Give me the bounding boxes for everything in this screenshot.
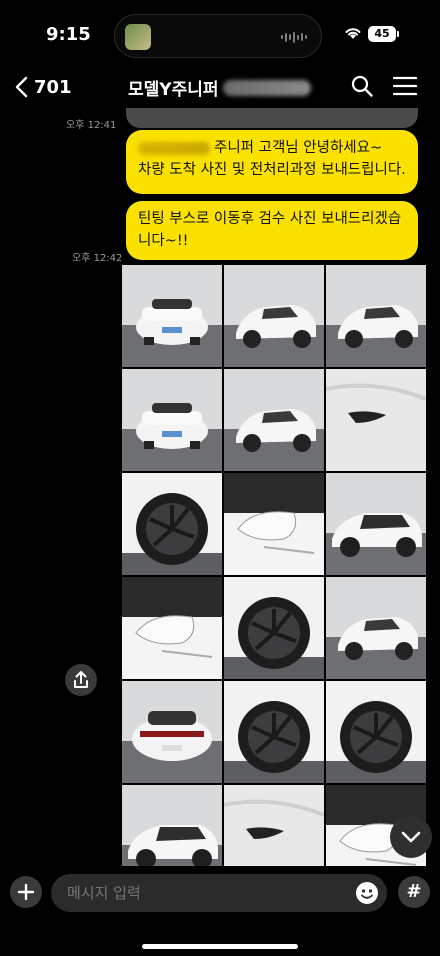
photo-thumbnail[interactable] (224, 577, 324, 679)
redacted-text (138, 141, 210, 155)
now-playing-thumbnail (125, 24, 151, 50)
dynamic-island[interactable] (114, 14, 322, 58)
chat-title-text: 모델Y주니퍼 (128, 80, 219, 100)
plus-icon (17, 883, 35, 901)
message-bubble[interactable]: 틴팅 부스로 이동후 검수 사진 보내드리겠습 니다~!! (126, 201, 418, 260)
car-photo-image (326, 265, 426, 367)
message-text-line: 니다~!! (138, 233, 189, 249)
message-bubble[interactable]: 주니퍼 고객님 안녕하세요~ 차량 도착 사진 및 전처리과정 보내드립니다. (126, 130, 418, 194)
car-photo-image (122, 265, 222, 367)
scroll-to-bottom-button[interactable] (390, 816, 432, 858)
audio-wave-icon (281, 31, 307, 43)
car-photo-image (224, 577, 324, 679)
car-photo-image (122, 681, 222, 783)
attach-button[interactable] (10, 876, 42, 908)
photo-grid (122, 265, 426, 887)
car-photo-image (224, 681, 324, 783)
back-button[interactable]: 701 (14, 74, 72, 100)
hashtag-button[interactable]: # (398, 876, 430, 908)
car-photo-image (122, 473, 222, 575)
photo-thumbnail[interactable] (122, 473, 222, 575)
car-photo-image (326, 577, 426, 679)
message-timestamp: 오후 12:41 (66, 120, 117, 131)
car-photo-image (224, 473, 324, 575)
photo-thumbnail[interactable] (224, 369, 324, 471)
home-indicator (142, 944, 298, 949)
chat-header: 701 모델Y주니퍼 (0, 62, 440, 110)
photo-thumbnail[interactable] (326, 369, 426, 471)
unread-count: 701 (34, 76, 72, 98)
redacted-text (222, 79, 311, 96)
message-text-line: 차량 도착 사진 및 전처리과정 보내드립니다. (138, 162, 406, 178)
message-input[interactable] (51, 874, 387, 912)
message-timestamp: 오후 12:42 (72, 253, 123, 264)
message-input-bar: # (0, 866, 440, 956)
share-icon (74, 671, 88, 688)
car-photo-image (122, 577, 222, 679)
share-button[interactable] (65, 664, 97, 696)
photo-thumbnail[interactable] (122, 265, 222, 367)
status-bar: 9:15 45 (0, 0, 440, 62)
status-time: 9:15 (46, 24, 91, 45)
photo-thumbnail[interactable] (224, 681, 324, 783)
car-photo-image (122, 369, 222, 471)
photo-thumbnail[interactable] (224, 265, 324, 367)
car-photo-image (326, 681, 426, 783)
chat-title[interactable]: 모델Y주니퍼 (128, 75, 311, 100)
previous-message-bubble[interactable] (126, 108, 418, 128)
search-icon[interactable] (350, 74, 374, 98)
hamburger-menu-icon[interactable] (393, 76, 417, 96)
photo-thumbnail[interactable] (326, 473, 426, 575)
chevron-down-icon (401, 831, 421, 843)
emoji-icon[interactable] (354, 880, 380, 906)
battery-indicator: 45 (368, 26, 399, 42)
photo-thumbnail[interactable] (122, 369, 222, 471)
wifi-icon (345, 28, 361, 39)
car-photo-image (224, 265, 324, 367)
photo-thumbnail[interactable] (122, 681, 222, 783)
photo-thumbnail[interactable] (122, 577, 222, 679)
photo-thumbnail[interactable] (326, 265, 426, 367)
car-photo-image (326, 369, 426, 471)
chevron-left-icon (15, 76, 28, 98)
car-photo-image (224, 369, 324, 471)
photo-thumbnail[interactable] (326, 577, 426, 679)
message-text-line: 주니퍼 고객님 안녕하세요~ (214, 140, 383, 156)
photo-thumbnail[interactable] (326, 681, 426, 783)
car-photo-image (326, 473, 426, 575)
message-text-line: 틴팅 부스로 이동후 검수 사진 보내드리겠습 (138, 211, 402, 227)
photo-thumbnail[interactable] (224, 473, 324, 575)
